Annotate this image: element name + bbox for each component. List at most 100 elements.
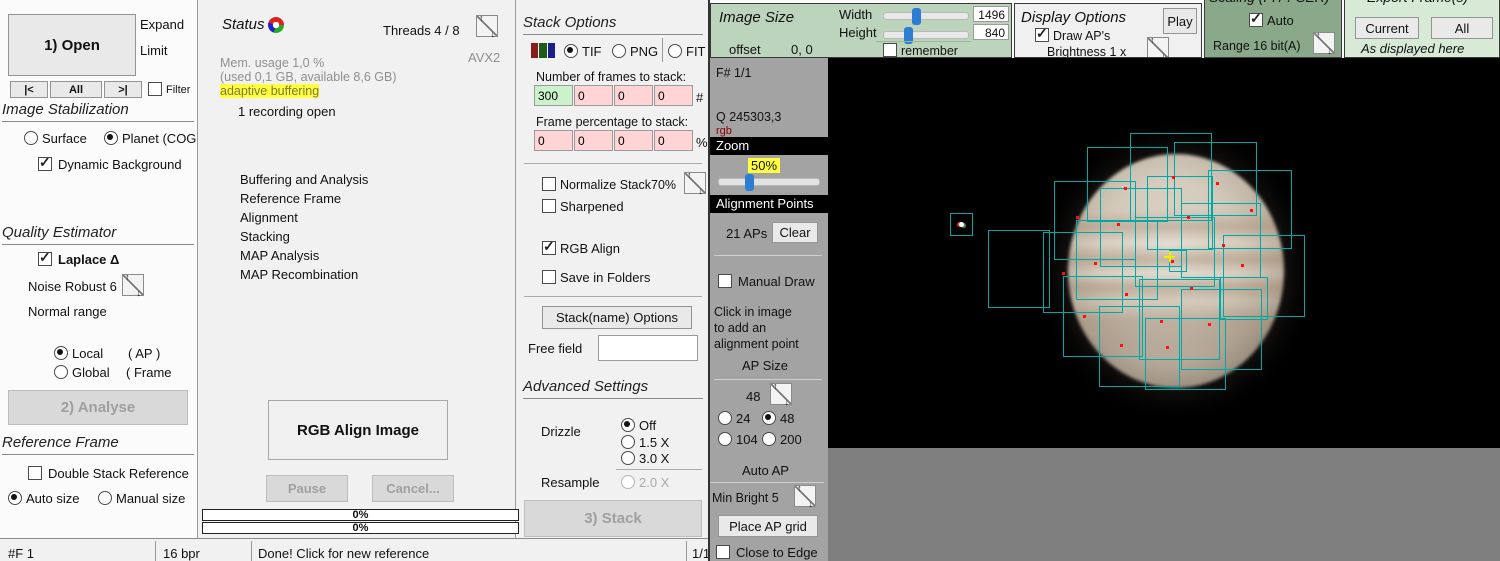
frames-count-field-2[interactable]: [574, 85, 613, 106]
double-stack-reference-checkbox[interactable]: [28, 466, 42, 480]
moon-dot: [959, 222, 964, 227]
analyse-button[interactable]: 2) Analyse: [8, 390, 188, 425]
alignment-point-dot: [1222, 244, 1225, 247]
noise-robust-stepper[interactable]: [122, 272, 144, 298]
noise-robust-label: Noise Robust 6: [28, 279, 117, 294]
expand-label[interactable]: Expand: [140, 17, 184, 32]
dynamic-background-checkbox[interactable]: [38, 154, 52, 171]
export-current-button[interactable]: Current: [1355, 17, 1419, 39]
ap-size-200-radio[interactable]: [762, 432, 776, 446]
stack-options-panel: Stack Options TIF PNG FIT Number of fram…: [515, 0, 708, 538]
percent-field-1[interactable]: [534, 130, 573, 151]
stage-item: Alignment: [240, 210, 298, 225]
resample-20x-radio[interactable]: [621, 475, 635, 489]
status-bar-bpr: 16 bpr: [163, 546, 200, 561]
free-field-input[interactable]: [598, 335, 698, 361]
all-frames-button[interactable]: All: [50, 81, 102, 98]
clear-aps-button[interactable]: Clear: [772, 222, 818, 243]
brightness-stepper[interactable]: [1147, 35, 1169, 57]
scaling-range-stepper[interactable]: [1313, 30, 1335, 56]
alignment-point-box[interactable]: [988, 230, 1050, 308]
canvas-background-area: [828, 448, 1500, 561]
stack-button[interactable]: 3) Stack: [524, 500, 702, 537]
sharpened-checkbox[interactable]: [542, 199, 556, 213]
zoom-slider-thumb[interactable]: [745, 174, 754, 191]
display-options-panel: Display Options Play Draw AP's Brightnes…: [1014, 3, 1202, 58]
ap-size-stepper[interactable]: [770, 381, 792, 407]
local-label: Local: [72, 346, 104, 361]
height-slider[interactable]: [883, 27, 969, 44]
place-ap-grid-button[interactable]: Place AP grid: [718, 515, 818, 537]
rgb-align-checkbox[interactable]: [542, 238, 556, 255]
drizzle-off-radio[interactable]: [621, 418, 635, 432]
normalize-stepper[interactable]: [684, 170, 706, 196]
scaling-heading: Scaling (FIT / SER): [1209, 0, 1330, 5]
rgb-align-image-button[interactable]: RGB Align Image: [268, 400, 448, 460]
min-bright-stepper[interactable]: [794, 483, 816, 509]
ap-size-48-radio[interactable]: [762, 411, 776, 425]
memory-usage-line2: (used 0,1 GB, available 8,6 GB): [220, 70, 397, 84]
auto-size-radio[interactable]: [8, 491, 22, 505]
manual-size-radio[interactable]: [98, 491, 112, 505]
alignment-point-dot: [1190, 287, 1193, 290]
width-value[interactable]: 1496: [973, 6, 1009, 22]
fit-radio[interactable]: [668, 44, 682, 58]
laplace-label: Laplace Δ: [58, 252, 120, 267]
stack-name-options-button[interactable]: Stack(name) Options: [542, 306, 692, 329]
width-slider[interactable]: [883, 8, 969, 25]
zoom-slider[interactable]: [718, 174, 820, 191]
frames-count-field-1[interactable]: [534, 85, 573, 106]
local-ap-radio[interactable]: [54, 346, 68, 360]
width-label: Width: [839, 7, 873, 22]
manual-draw-checkbox[interactable]: [718, 274, 732, 288]
drizzle-15x-radio[interactable]: [621, 435, 635, 449]
tif-radio[interactable]: [564, 44, 578, 58]
ap-size-24-radio[interactable]: [718, 411, 732, 425]
frames-count-field-3[interactable]: [614, 85, 653, 106]
divider: [524, 163, 702, 164]
alignment-point-dot: [1083, 315, 1086, 318]
alignment-point-dot: [1241, 264, 1244, 267]
alignment-point-box[interactable]: [1220, 277, 1268, 320]
last-frame-button[interactable]: >|: [104, 81, 142, 98]
remember-checkbox[interactable]: [883, 43, 897, 57]
filter-checkbox[interactable]: [148, 82, 162, 96]
stage-item: Stacking: [240, 229, 290, 244]
png-radio[interactable]: [612, 44, 626, 58]
laplace-checkbox[interactable]: [38, 249, 52, 266]
draw-aps-checkbox[interactable]: [1035, 25, 1049, 42]
percent-field-2[interactable]: [574, 130, 613, 151]
alignment-point-dot: [1250, 209, 1253, 212]
save-in-folders-checkbox[interactable]: [542, 270, 556, 284]
height-label: Height: [839, 25, 877, 40]
global-frame-radio[interactable]: [54, 365, 68, 379]
alignment-point-box[interactable]: [1145, 318, 1226, 390]
export-all-button[interactable]: All: [1431, 17, 1493, 39]
close-to-edge-checkbox[interactable]: [716, 545, 730, 559]
percent-field-4[interactable]: [654, 130, 693, 151]
surface-radio[interactable]: [24, 131, 38, 145]
save-in-folders-label: Save in Folders: [560, 270, 651, 285]
pause-button[interactable]: Pause: [266, 475, 348, 502]
percent-field-3[interactable]: [614, 130, 653, 151]
reference-crosshair: [1169, 251, 1171, 262]
drizzle-30x-radio[interactable]: [621, 451, 635, 465]
open-button[interactable]: 1) Open: [8, 14, 136, 76]
play-button[interactable]: Play: [1163, 8, 1197, 34]
remember-label: remember: [901, 44, 958, 58]
scaling-auto-checkbox[interactable]: [1249, 10, 1263, 27]
limit-label[interactable]: Limit: [140, 43, 167, 58]
alignment-point-dot: [1125, 293, 1128, 296]
threads-stepper[interactable]: [476, 13, 498, 39]
frames-count-field-4[interactable]: [654, 85, 693, 106]
image-canvas[interactable]: [828, 58, 1500, 448]
alignment-point-dot: [1172, 176, 1175, 179]
ap-size-104-radio[interactable]: [718, 432, 732, 446]
planet-cog-radio[interactable]: [104, 131, 118, 145]
normalize-stack-checkbox[interactable]: [542, 177, 556, 191]
first-frame-button[interactable]: |<: [10, 81, 48, 98]
height-value[interactable]: 840: [973, 24, 1009, 40]
width-slider-thumb[interactable]: [912, 8, 921, 25]
progress-bar-bottom: 0%: [202, 522, 519, 534]
cancel-button[interactable]: Cancel...: [372, 475, 454, 502]
